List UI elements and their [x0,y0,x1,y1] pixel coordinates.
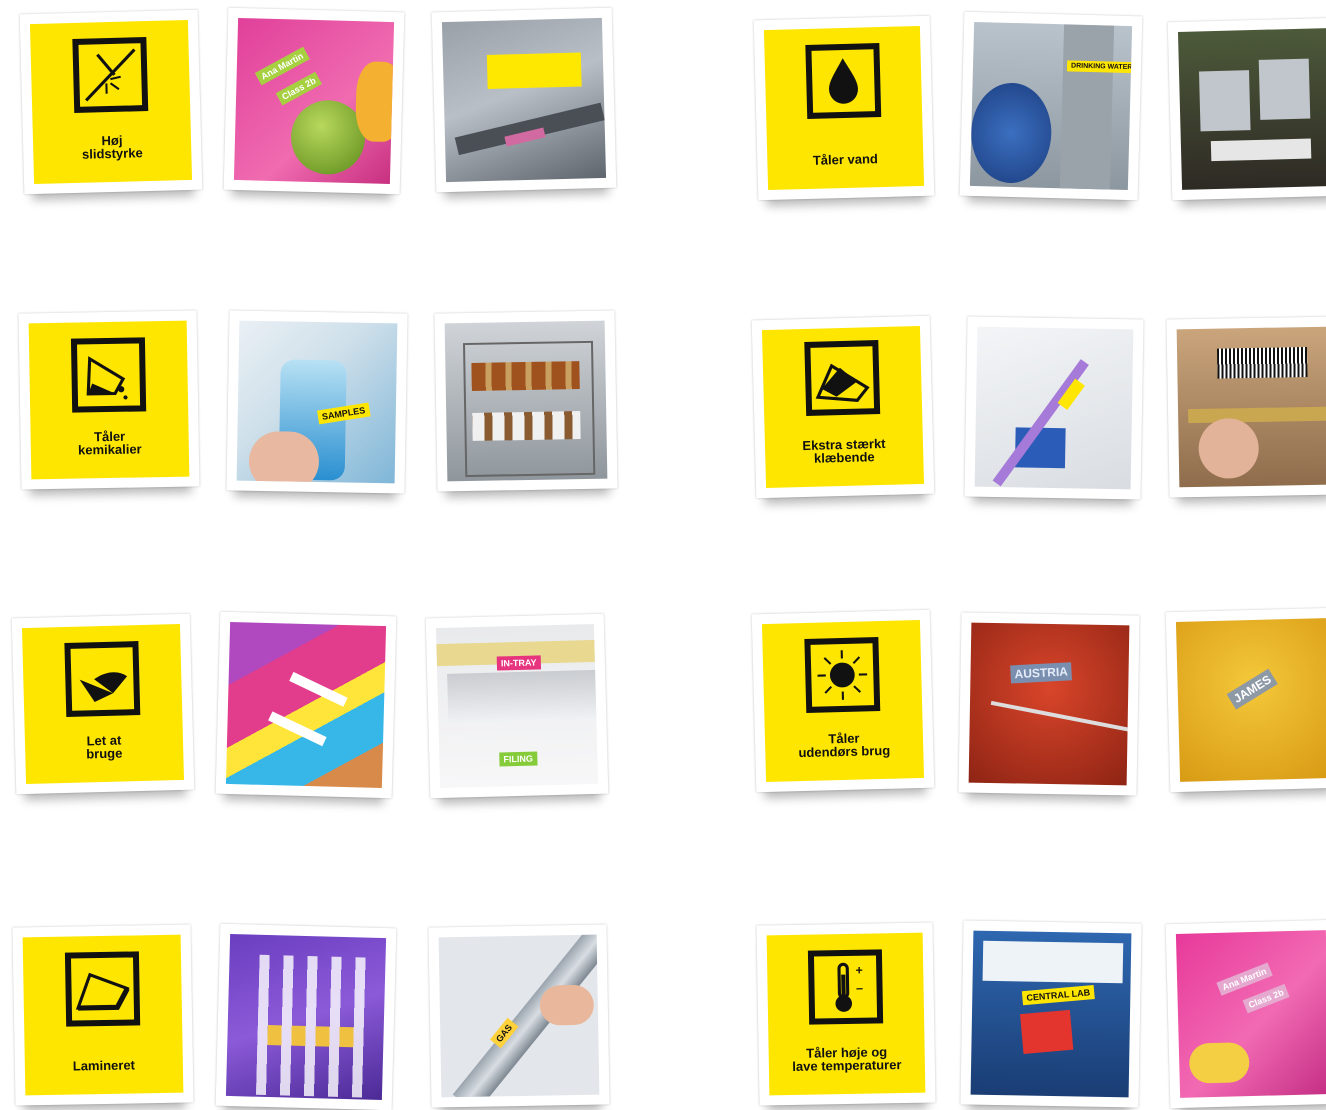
laminate-icon [65,951,140,1026]
feature-card-easy-to-use: Let at bruge [12,614,195,795]
central-lab-label: CENTRAL LAB [1022,985,1095,1005]
drinking-water-label: DRINKING WATER [1067,60,1132,73]
feature-card-water: Tåler vand [754,16,935,201]
photo-freezer-box: CENTRAL LAB [960,920,1141,1107]
svg-text:−: − [856,982,863,996]
photo-test-tubes [216,924,397,1110]
feature-caption: Tåler kemikalier [31,429,189,458]
photo-tap: DRINKING WATER [960,12,1143,201]
feature-card-adhesive: Ekstra stærkt klæbende [752,316,935,499]
photo-barcode-box [1166,317,1326,498]
photo-gas-pipe: GAS [428,924,609,1107]
feature-caption: Ekstra stærkt klæbende [765,436,924,466]
photo-backpack: AUSTRIA [958,612,1139,795]
abrasion-icon [72,37,148,113]
feature-card-temperature: +− Tåler høje og lave temperaturer [756,922,935,1105]
photo-lunchbox: Ana Martin Class 2b [224,8,405,195]
thermometer-icon: +− [808,949,883,1024]
feature-card-abrasion: Høj slidstyrke [20,10,203,195]
photo-lunchbox-pink: Ana Martin Class 2b [1166,920,1326,1108]
in-tray-label: IN-TRAY [497,655,541,670]
strong-adhesive-icon [804,340,880,416]
austria-label: AUSTRIA [1010,662,1072,683]
feature-caption: Let at bruge [25,732,184,762]
james-label: JAMES [1227,668,1278,709]
chemical-beaker-icon [71,337,146,412]
photo-shelf [434,310,617,491]
photo-cables [964,316,1143,499]
svg-text:+: + [855,963,862,977]
photo-plants [1168,18,1326,200]
feature-caption: Lamineret [25,1058,183,1074]
filing-label: FILING [499,751,537,766]
feature-caption: Høj slidstyrke [33,132,192,162]
feature-card-chemicals: Tåler kemikalier [18,310,199,489]
photo-folders [216,612,397,799]
photo-laptop [432,8,617,193]
photo-trays: IN-TRAY FILING [426,614,609,799]
class-label: Class 2b [1243,984,1290,1014]
feature-caption: Tåler udendørs brug [765,730,924,760]
peel-label-icon [64,641,140,717]
class-label: Class 2b [276,72,322,106]
feature-caption: Tåler vand [767,151,923,168]
water-drop-icon [805,43,881,119]
feature-card-outdoor: Tåler udendørs brug [752,610,935,793]
photo-samples: SAMPLES [226,310,407,493]
feature-card-laminated: Lamineret [12,924,193,1105]
sun-icon [804,637,880,713]
feature-caption: Tåler høje og lave temperaturer [769,1044,925,1073]
photo-helmet: JAMES [1166,608,1326,792]
